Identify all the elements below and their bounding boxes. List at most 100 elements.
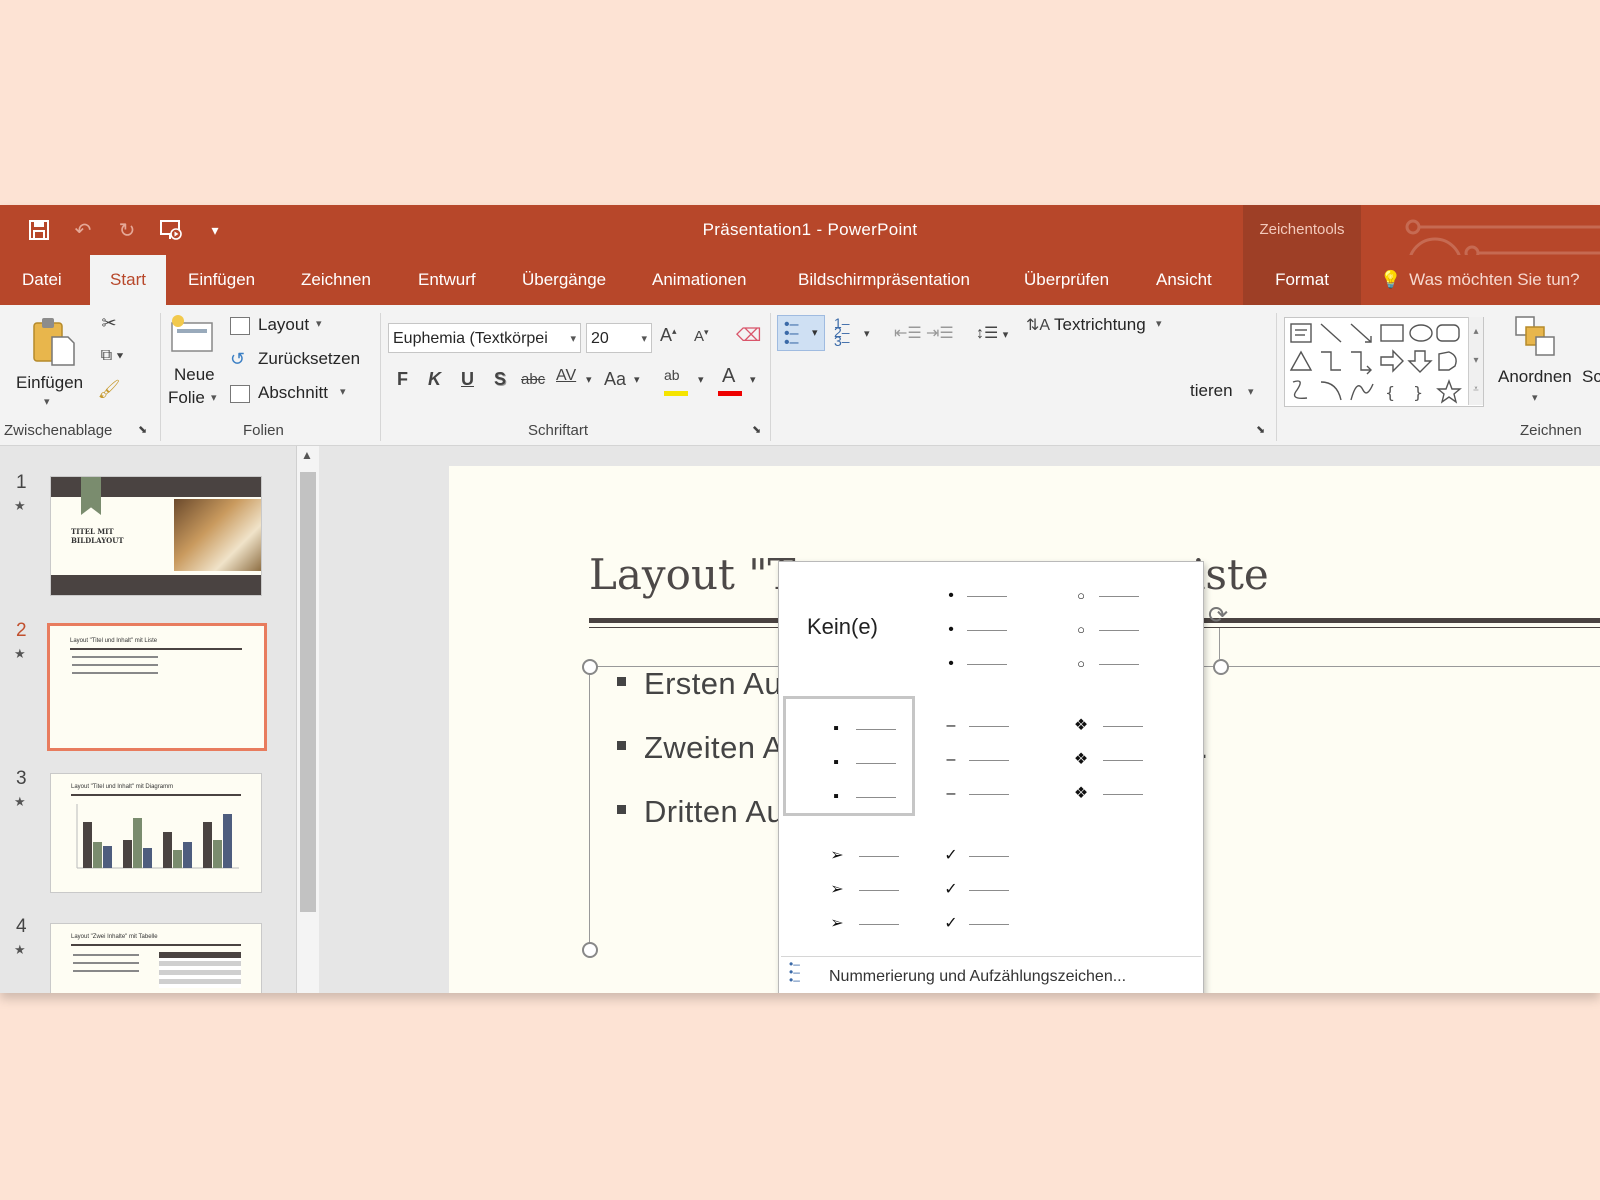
bullet-option-none[interactable]: Kein(e) [787,566,919,686]
tab-uebergaenge[interactable]: Übergänge [522,255,606,305]
bullets-list-icon: •– •– •– [789,957,800,987]
numbering-dropdown-icon[interactable]: ▾ [864,327,870,340]
highlight-color-button[interactable]: ab [664,367,690,397]
tab-animationen[interactable]: Animationen [652,255,747,305]
arrange-button[interactable]: Anordnen ▾ [1496,313,1586,413]
font-size-field[interactable]: 20 ▾ [586,323,652,353]
font-size-dropdown-icon[interactable]: ▾ [641,324,647,352]
tab-format[interactable]: Format [1243,255,1361,305]
increase-indent-icon[interactable]: ⇥☰ [926,323,954,343]
bullets-numbering-option[interactable]: •– •– •– Nummerierung und Aufzählungszeich… [781,957,1201,993]
bullets-button[interactable]: •– •– •– ▾ [777,315,825,351]
new-slide-button[interactable]: Neue Folie ▾ [166,313,224,413]
clear-formatting-icon[interactable]: ⌫ [736,325,761,346]
quick-styles-label-partial[interactable]: Sc [1582,367,1600,387]
change-case-dropdown-icon[interactable]: ▾ [634,373,640,386]
bullet-line [969,924,1009,925]
scroll-thumb[interactable] [300,472,316,912]
shrink-font-icon[interactable]: A▾ [694,327,709,345]
slide-thumbnail-2[interactable]: Layout "Titel und Inhalt" mit Liste [47,623,267,751]
shapes-gallery[interactable]: { } [1284,317,1484,407]
bullet-line [1103,760,1143,761]
thumb-line [72,656,158,658]
tab-bildschirmpraesentation[interactable]: Bildschirmpräsentation [798,255,970,305]
align-text-label-partial[interactable]: tieren [1190,381,1233,401]
tab-datei[interactable]: Datei [22,255,62,305]
bullet-option-checkmark[interactable]: ✓ ✓ ✓ [919,826,1051,946]
paste-button[interactable]: Einfügen ▾ [12,313,88,413]
character-spacing-dropdown-icon[interactable]: ▾ [586,373,592,386]
slide-thumbnail-4[interactable]: Layout "Zwei Inhalte" mit Tabelle [50,923,262,993]
scroll-up-icon[interactable]: ▲ [301,448,313,462]
slide-thumbnail-1[interactable]: TITEL MIT BILDLAYOUT [50,476,262,596]
new-slide-icon [171,315,213,352]
resize-handle[interactable] [1213,659,1229,675]
text-direction-button[interactable]: ⇅A Textrichtung ▾ [1026,315,1176,341]
bullet-item-1[interactable]: Ersten Auf . [617,666,1191,702]
group-label-font: Schriftart [528,422,589,439]
copy-icon[interactable]: ⧉ ▾ [92,347,132,365]
cut-icon[interactable]: ✂ [94,313,124,334]
bullet-option-arrow[interactable]: ➢ ➢ ➢ [787,826,919,946]
resize-handle[interactable] [582,659,598,675]
shadow-button[interactable]: S [494,369,506,390]
tell-me-box[interactable]: 💡 Was möchten Sie tun? [1380,255,1580,305]
thumb-bar-bottom [51,575,261,595]
align-text-dropdown-icon[interactable]: ▾ [1248,385,1254,398]
layout-button[interactable]: Layout ▾ [230,315,350,341]
tab-ansicht[interactable]: Ansicht [1156,255,1212,305]
bullet-option-hollow-round[interactable]: ○ ○ ○ [1051,566,1183,686]
italic-button[interactable]: K [428,369,441,390]
bullet-glyph: ○ [1077,622,1085,637]
highlight-dropdown-icon[interactable]: ▾ [698,373,704,386]
thumb-title: TITEL MIT BILDLAYOUT [71,527,124,545]
new-slide-dropdown-icon: ▾ [211,392,217,404]
tab-zeichnen[interactable]: Zeichnen [301,255,371,305]
text-direction-dropdown-icon: ▾ [1156,318,1162,330]
thumbnail-scrollbar[interactable]: ▲ [296,446,319,993]
bullet-option-filled-square[interactable]: ▪ ▪ ▪ [783,696,915,816]
layout-dropdown-icon: ▾ [316,318,322,330]
paragraph-launcher-icon[interactable]: ⬊ [1256,423,1265,436]
slide-thumbnail-pane: 1 ★ TITEL MIT BILDLAYOUT 2 ★ Layout "Tit… [0,446,322,993]
font-launcher-icon[interactable]: ⬊ [752,423,761,436]
bullet-line [967,664,1007,665]
font-name-field[interactable]: Euphemia (Textkörpei ▾ [388,323,581,353]
character-spacing-button[interactable]: AV [556,367,576,385]
font-name-dropdown-icon[interactable]: ▾ [568,324,576,352]
thumb-chart [76,804,239,869]
bold-button[interactable]: F [397,369,408,390]
bullet-glyph: • [948,655,954,672]
slide-thumbnail-3[interactable]: Layout "Titel und Inhalt" mit Diagramm [50,773,262,893]
resize-handle[interactable] [582,942,598,958]
powerpoint-window: ↶ ↻ ▾ Präsentation1 - PowerPoint Zeichen… [0,205,1600,993]
bullet-line [1099,596,1139,597]
underline-button[interactable]: U [461,369,474,390]
bullet-option-dash[interactable]: – – – [919,696,1051,816]
numbering-icon[interactable]: 1– 2– 3– [834,316,850,348]
paste-dropdown-icon[interactable]: ▾ [44,395,50,408]
bullet-option-star-diamond[interactable]: ❖ ❖ ❖ [1051,696,1183,816]
change-case-button[interactable]: Aa [604,369,626,390]
tab-ueberpruefen[interactable]: Überprüfen [1024,255,1109,305]
tab-entwurf[interactable]: Entwurf [418,255,476,305]
line-spacing-icon[interactable]: ↕☰ ▾ [976,323,1008,343]
font-color-dropdown-icon[interactable]: ▾ [750,373,756,386]
bullet-option-filled-round[interactable]: • • • [919,566,1051,686]
decrease-indent-icon[interactable]: ⇤☰ [894,323,922,343]
font-color-button[interactable]: A [718,365,744,397]
strikethrough-button[interactable]: abc [521,371,545,388]
clipboard-launcher-icon[interactable]: ⬊ [138,423,147,436]
bullet-item-2[interactable]: Zweiten Au n. [617,730,1208,766]
section-button[interactable]: Abschnitt ▾ [230,383,370,409]
rotate-handle-icon[interactable]: ⟳ [1208,601,1228,630]
grow-font-icon[interactable]: A▴ [660,325,677,346]
tab-einfuegen[interactable]: Einfügen [188,255,255,305]
thumb-title: Layout "Zwei Inhalte" mit Tabelle [71,934,158,940]
tab-start[interactable]: Start [90,255,166,305]
bullet-library-dropdown: Kein(e) • • • ○ ○ ○ ▪ ▪ ▪ – – – ❖ ❖ ❖ ➢ … [778,561,1204,993]
bullet-glyph: ❖ [1073,717,1089,734]
format-painter-icon[interactable]: 🖌 [94,379,124,400]
shapes-scroll[interactable]: ▴ ▾ ⩡ [1468,317,1483,405]
reset-button[interactable]: ↺ Zurücksetzen [230,349,370,375]
